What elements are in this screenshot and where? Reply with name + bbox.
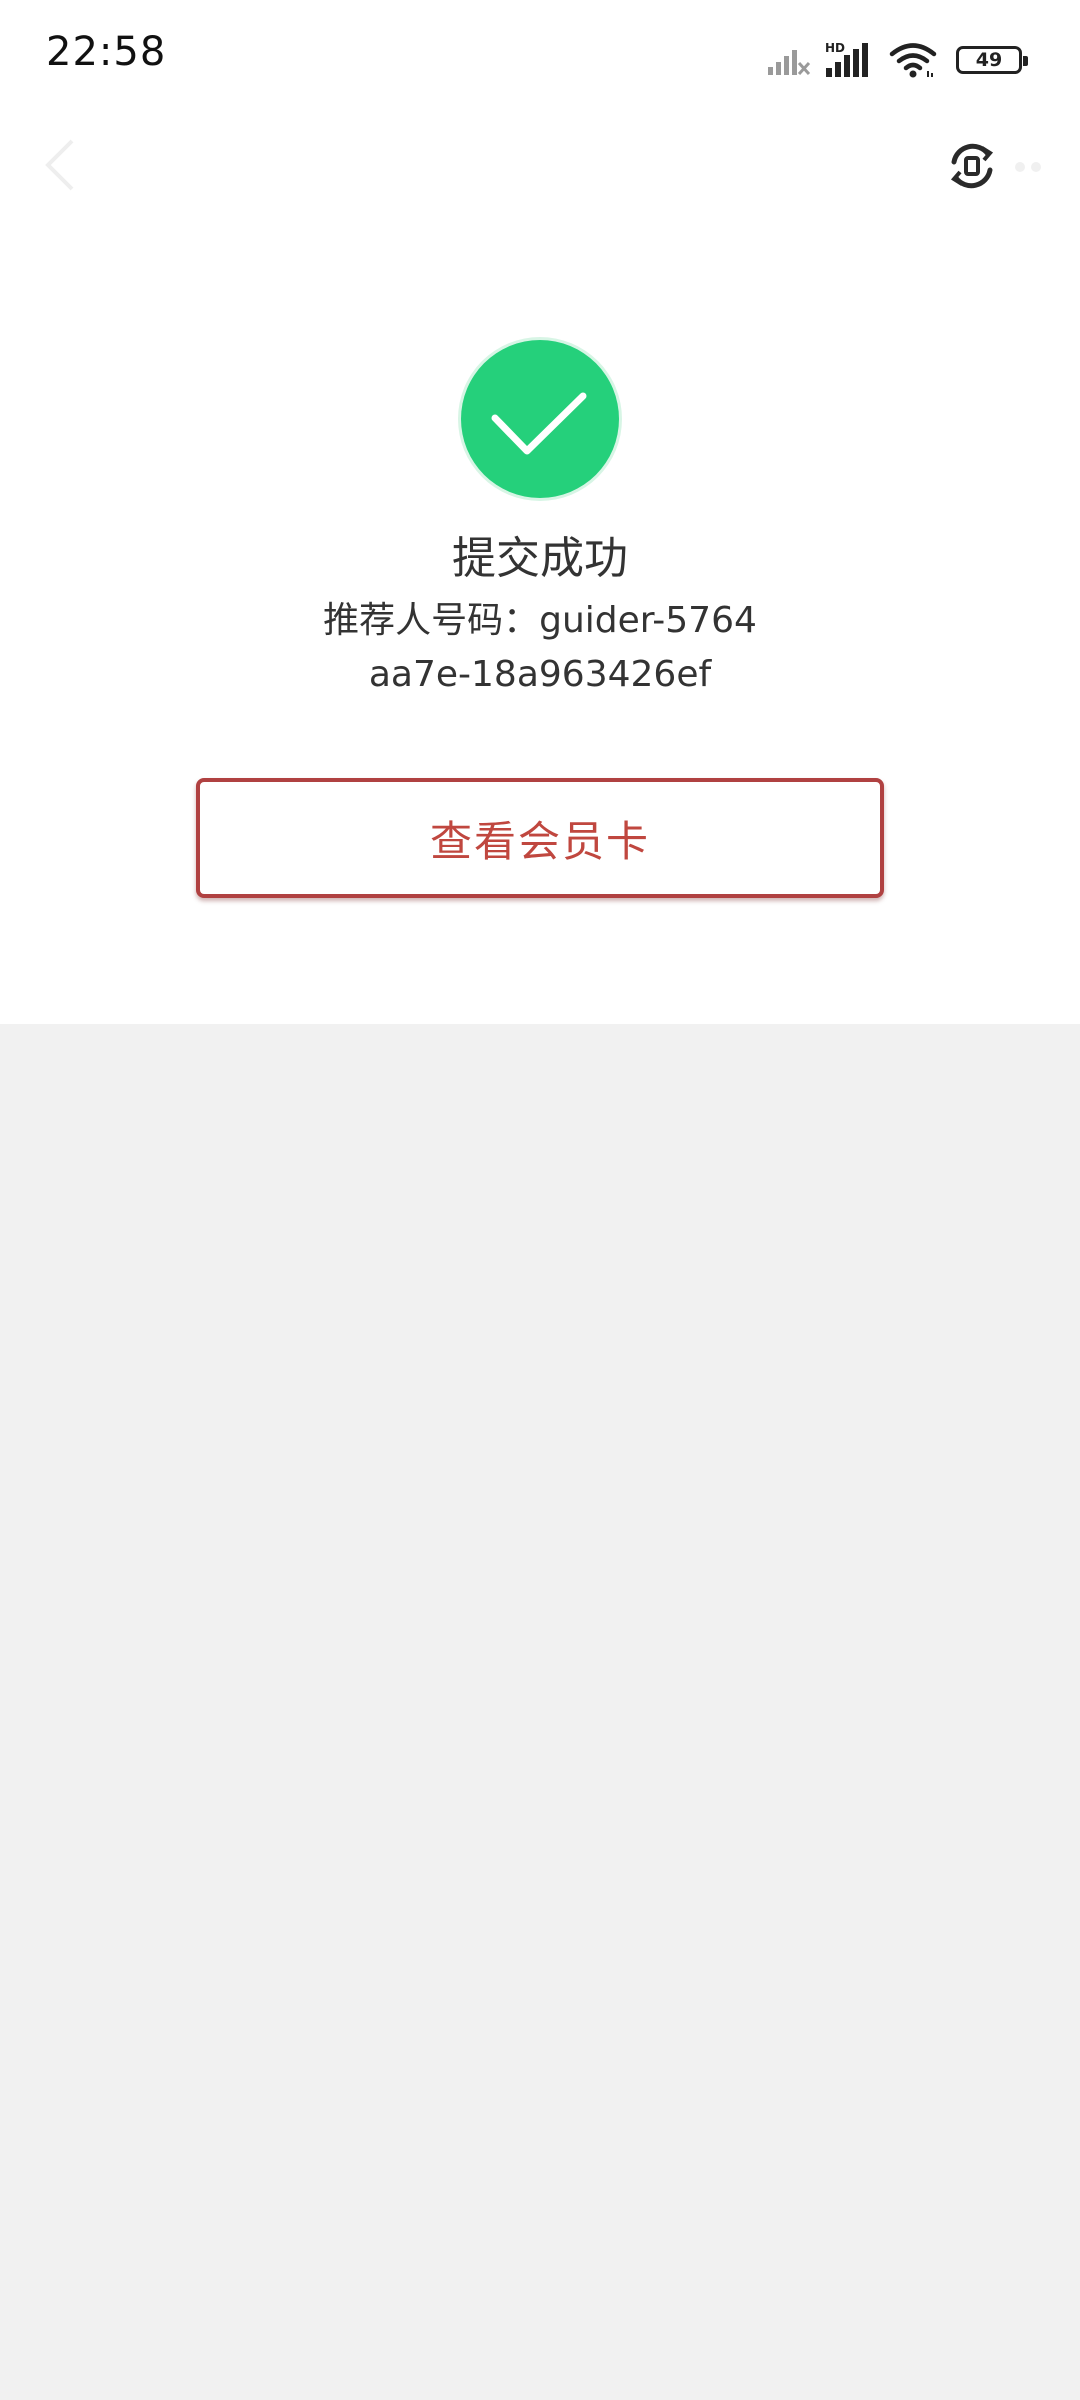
referrer-number: 推荐人号码：guider-5764aa7e-18a963426ef [323, 600, 757, 695]
back-arrow-icon[interactable] [30, 130, 90, 200]
nav-bar [0, 110, 1080, 220]
status-time: 22:58 [46, 29, 167, 75]
battery-level: 49 [975, 49, 1003, 71]
status-bar: 22:58 HD 49 [0, 0, 1080, 110]
network-badge: HD [825, 41, 845, 55]
success-title: 提交成功 [452, 533, 628, 584]
signal-strong-icon: HD [825, 41, 868, 77]
refresh-icon[interactable] [944, 138, 1000, 194]
status-icons: HD 49 [766, 40, 1028, 80]
battery-icon: 49 [956, 46, 1028, 74]
more-icon[interactable] [1012, 160, 1072, 174]
signal-weak-icon [768, 50, 811, 76]
view-membership-card-button[interactable]: 查看会员卡 [196, 778, 884, 898]
result-panel: 22:58 HD 49 提交成功 推荐人号码：guider-5764aa7e-1… [0, 0, 1080, 1024]
check-circle-icon [458, 337, 622, 501]
wifi-icon [889, 43, 937, 78]
